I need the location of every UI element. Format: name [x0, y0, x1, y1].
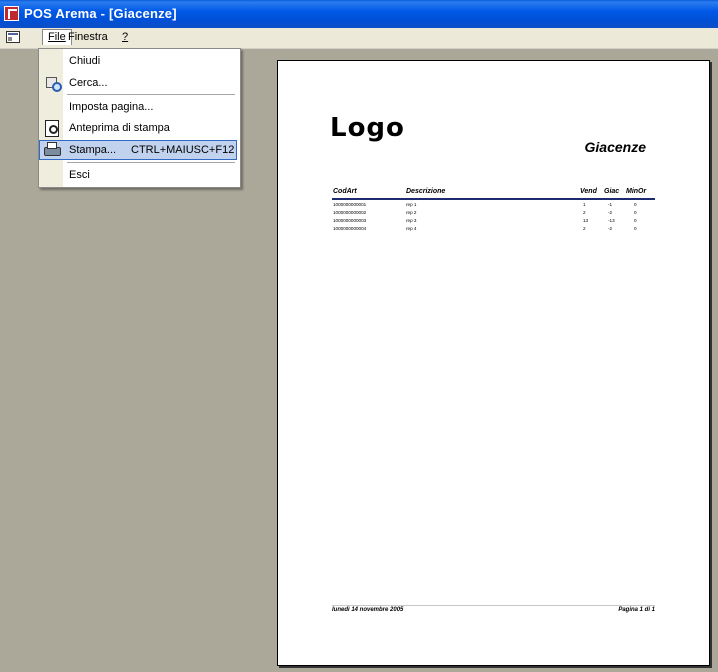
cell-minor: 0 — [634, 210, 637, 215]
menu-separator — [67, 94, 235, 95]
menu-file-label: File — [48, 31, 66, 43]
column-header-descrizione: Descrizione — [406, 188, 446, 195]
menu-item-stampa[interactable]: Stampa... CTRL+MAIUSC+F12 — [39, 140, 237, 160]
cell-vend: 1 — [583, 202, 586, 207]
cell-descrizione: rep 2 — [406, 210, 417, 215]
footer-date: lunedì 14 novembre 2005 — [332, 607, 404, 613]
report-title: Giacenze — [584, 139, 646, 155]
cell-giac: -13 — [608, 218, 615, 223]
cell-giac: -2 — [608, 226, 613, 231]
cell-minor: 0 — [634, 218, 637, 223]
cell-giac: -1 — [608, 202, 613, 207]
cell-codart: 1000000000003 — [333, 218, 367, 223]
cell-giac: -2 — [608, 210, 613, 215]
column-header-codart: CodArt — [333, 188, 357, 195]
report-logo: Logo — [330, 113, 405, 143]
menu-item-label: Imposta pagina... — [69, 101, 154, 113]
menu-item-label: Stampa... — [69, 144, 117, 156]
cell-minor: 0 — [634, 226, 637, 231]
cell-vend: 2 — [583, 226, 586, 231]
cell-descrizione: rep 1 — [406, 202, 417, 207]
menu-item-esci[interactable]: Esci — [40, 165, 237, 185]
column-header-minor: MinOr — [626, 188, 647, 195]
cell-minor: 0 — [634, 202, 637, 207]
printer-icon — [44, 142, 61, 158]
app-icon[interactable] — [4, 6, 19, 21]
menu-item-label: Esci — [69, 169, 90, 181]
menu-item-label: Chiudi — [69, 55, 101, 67]
document-window-icon[interactable] — [6, 31, 20, 43]
menu-item-chiudi[interactable]: Chiudi — [40, 51, 237, 71]
column-header-vend: Vend — [580, 188, 597, 195]
column-header-giac: Giac — [604, 188, 620, 195]
table-row: 1000000000003 rep 3 13 -13 0 — [278, 218, 709, 225]
find-icon — [44, 75, 62, 92]
window-titlebar[interactable]: POS Arema - [Giacenze] — [0, 0, 718, 28]
menu-item-cerca[interactable]: Cerca... — [40, 73, 237, 93]
report-preview-page[interactable]: Logo Giacenze CodArt Descrizione Vend Gi… — [277, 60, 710, 666]
cell-vend: 13 — [583, 218, 589, 223]
menu-item-anteprima-di-stampa[interactable]: Anteprima di stampa — [40, 118, 237, 138]
header-rule — [332, 198, 655, 200]
table-row: 1000000000004 rep 4 2 -2 0 — [278, 226, 709, 233]
table-row: 1000000000001 rep 1 1 -1 0 — [278, 202, 709, 209]
menu-finestra[interactable]: Finestra — [68, 31, 108, 43]
footer-page-number: Pagina 1 di 1 — [618, 607, 655, 613]
menu-item-label: Cerca... — [69, 77, 108, 89]
menu-item-label: Anteprima di stampa — [69, 122, 170, 134]
file-dropdown-menu: Chiudi Cerca... Imposta pagina... Antepr… — [38, 48, 241, 188]
menu-item-imposta-pagina[interactable]: Imposta pagina... — [40, 97, 237, 117]
menu-separator — [67, 162, 235, 163]
cell-codart: 1000000000001 — [333, 202, 367, 207]
menu-help[interactable]: ? — [122, 31, 128, 43]
menu-item-shortcut: CTRL+MAIUSC+F12 — [131, 144, 235, 156]
cell-descrizione: rep 3 — [406, 218, 417, 223]
print-preview-icon — [44, 120, 60, 137]
cell-descrizione: rep 4 — [406, 226, 417, 231]
window-title: POS Arema - [Giacenze] — [24, 6, 177, 21]
cell-vend: 2 — [583, 210, 586, 215]
cell-codart: 1000000000004 — [333, 226, 367, 231]
footer-rule — [332, 605, 655, 606]
cell-codart: 1000000000002 — [333, 210, 367, 215]
table-row: 1000000000002 rep 2 2 -2 0 — [278, 210, 709, 217]
menu-bar: File Finestra ? — [0, 28, 718, 49]
menu-help-label: ? — [122, 31, 129, 43]
